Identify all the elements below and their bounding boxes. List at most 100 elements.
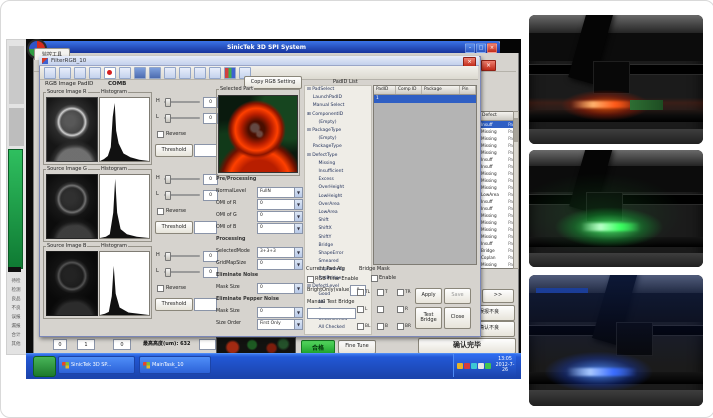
minimize-button[interactable]: – (465, 43, 475, 53)
status-field-2[interactable]: 1 (77, 339, 95, 350)
defect-row[interactable]: Missing Pa (480, 142, 514, 149)
low-slider-thumb[interactable] (165, 114, 171, 123)
tree-item[interactable]: OverHeight (305, 184, 371, 192)
chevron-down-icon[interactable]: ▼ (294, 212, 302, 221)
toolbar-icon[interactable] (164, 67, 176, 79)
defect-row[interactable]: Insuff Pa (480, 240, 514, 247)
pad-list-selected-row[interactable]: 1 (374, 95, 476, 103)
high-slider-thumb[interactable] (165, 175, 171, 184)
tree-item[interactable]: ShapeError (305, 250, 371, 258)
tree-item[interactable]: LaunchPadID (305, 94, 371, 102)
status-field-3[interactable]: 0 (113, 339, 131, 350)
chevron-down-icon[interactable]: ▼ (294, 248, 302, 257)
bridge-mask-checkbox[interactable] (377, 323, 384, 330)
param-dropdown[interactable]: 0 ▼ (257, 211, 303, 222)
defect-row[interactable]: Missing Pa (480, 226, 514, 233)
close-button[interactable]: × (487, 43, 497, 53)
toolbar-icon[interactable] (104, 67, 116, 79)
tree-item[interactable]: ⊟ PadSelect (305, 86, 371, 94)
taskbar-item-maintask[interactable]: MainTask_10 (139, 356, 211, 374)
chevron-down-icon[interactable]: ▼ (294, 284, 302, 293)
bridge-mask-cell[interactable]: B (377, 319, 397, 333)
bridge-mask-cell[interactable]: TR (397, 285, 417, 299)
fine-tune-button[interactable]: Fine Tune (338, 340, 376, 354)
tree-item[interactable]: ⊟ DefectType (305, 152, 371, 160)
bridge-mask-cell[interactable]: L (357, 302, 377, 316)
toolbar-icon[interactable] (224, 67, 236, 79)
tree-item[interactable]: Shift (305, 217, 371, 225)
test-bridge-button[interactable]: Test Bridge (415, 307, 442, 329)
param-dropdown[interactable]: FullN ▼ (257, 187, 303, 198)
defect-row[interactable]: Missing Pa (480, 177, 514, 184)
tree-item[interactable]: Insufficient (305, 168, 371, 176)
rgb-filter-enable-checkbox[interactable] (307, 276, 314, 283)
defect-row[interactable]: Missing Pa (480, 149, 514, 156)
param-dropdown[interactable]: 3+3+3 ▼ (257, 247, 303, 258)
toolbar-icon[interactable] (59, 67, 71, 79)
tree-item[interactable]: ⊟ PackageType (305, 127, 371, 135)
tree-item[interactable]: PackageType (305, 143, 371, 151)
defect-row[interactable]: Bridge Pa (480, 247, 514, 254)
pad-list-column-header[interactable]: Package (422, 86, 460, 94)
param-dropdown[interactable]: 0 ▼ (257, 307, 303, 318)
chevron-down-icon[interactable]: ▼ (294, 200, 302, 209)
pad-list-column-header[interactable]: PadID (374, 86, 396, 94)
toolbar-icon[interactable] (89, 67, 101, 79)
threshold-field[interactable] (194, 298, 217, 311)
reverse-checkbox[interactable] (157, 131, 164, 138)
toolbar-icon[interactable] (119, 67, 131, 79)
main-titlebar[interactable]: SinicTek 3D SPI System – □ × (33, 41, 500, 53)
bridge-mask-checkbox[interactable] (397, 289, 404, 296)
confirm-done-button[interactable]: 确认完毕 (418, 338, 516, 354)
more-button[interactable]: >> (482, 289, 514, 303)
bridge-mask-cell[interactable]: R (397, 302, 417, 316)
defect-row[interactable]: Missing Pa (480, 219, 514, 226)
bridge-mask-checkbox[interactable] (397, 306, 404, 313)
chevron-down-icon[interactable]: ▼ (294, 224, 302, 233)
defect-row[interactable]: Missing Pa (480, 170, 514, 177)
bridge-mask-checkbox[interactable] (357, 289, 364, 296)
tree-item[interactable]: Bridge (305, 242, 371, 250)
bridge-mask-checkbox[interactable] (397, 323, 404, 330)
tree-item[interactable]: (Empty) (305, 119, 371, 127)
param-dropdown[interactable]: First Only ▼ (257, 319, 303, 330)
status-field-1[interactable]: 0 (53, 339, 67, 350)
chevron-down-icon[interactable]: ▼ (294, 260, 302, 269)
defect-row[interactable]: Missing Pa (480, 212, 514, 219)
defect-row[interactable]: Missing Pa (480, 128, 514, 135)
tray-icon-white[interactable] (478, 363, 484, 369)
threshold-button[interactable]: Threshold (155, 144, 193, 157)
param-dropdown[interactable]: 0 ▼ (257, 259, 303, 270)
pad-list-column-header[interactable]: Comp ID (396, 86, 422, 94)
close-dialog-button[interactable]: Close (444, 307, 471, 329)
defect-row[interactable]: Missing Pa (480, 184, 514, 191)
reverse-checkbox[interactable] (157, 285, 164, 292)
defect-row[interactable]: Insuff Pa (480, 156, 514, 163)
defect-row[interactable]: Insuff Pa (480, 198, 514, 205)
low-slider-thumb[interactable] (165, 191, 171, 200)
bridge-mask-cell[interactable] (377, 302, 397, 316)
threshold-field[interactable] (194, 221, 217, 234)
low-slider-thumb[interactable] (165, 268, 171, 277)
bridge-mask-checkbox[interactable] (377, 289, 384, 296)
tray-icon-red[interactable] (464, 363, 470, 369)
child-close-icon[interactable]: × (481, 60, 496, 71)
defect-row[interactable]: LowArea Pa (480, 191, 514, 198)
tree-item[interactable]: Excess (305, 176, 371, 184)
toolbar-icon[interactable] (149, 67, 161, 79)
save-button[interactable]: Save (444, 288, 471, 304)
defect-row[interactable]: Missing Pa (480, 261, 514, 268)
threshold-button[interactable]: Threshold (155, 298, 193, 311)
defect-row[interactable]: Insuff Pa (480, 163, 514, 170)
defect-row[interactable]: Missing Pa (480, 135, 514, 142)
status-field-4[interactable] (199, 339, 216, 350)
toolbar-icon[interactable] (194, 67, 206, 79)
high-slider-thumb[interactable] (165, 252, 171, 261)
toolbar-icon[interactable] (179, 67, 191, 79)
dialog-titlebar[interactable]: FilterRGB_10 × (39, 56, 479, 66)
bridge-mask-cell[interactable]: T (377, 285, 397, 299)
defect-row[interactable]: Insuff Pa (480, 205, 514, 212)
high-slider-thumb[interactable] (165, 98, 171, 107)
tray-icon-yellow[interactable] (457, 363, 463, 369)
tree-item[interactable]: OverArea (305, 201, 371, 209)
